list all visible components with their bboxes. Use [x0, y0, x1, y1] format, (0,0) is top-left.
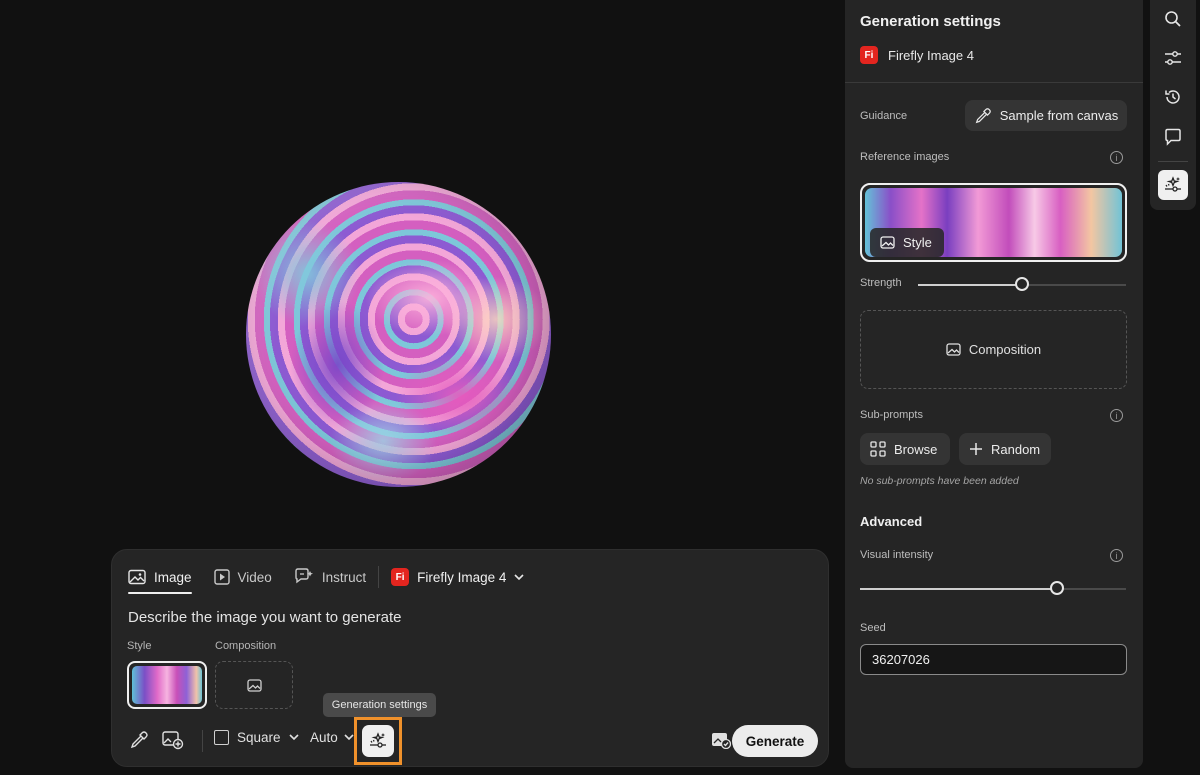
- prompt-toolbar: Square Auto Generate: [126, 717, 818, 765]
- seed-input[interactable]: [860, 644, 1127, 675]
- chevron-down-icon: [514, 573, 524, 581]
- content-credentials-button[interactable]: [708, 727, 734, 753]
- panel-divider: [845, 82, 1143, 83]
- strength-label: Strength: [860, 277, 902, 289]
- composition-label: Composition: [968, 342, 1042, 357]
- sample-from-canvas-button[interactable]: Sample from canvas: [965, 100, 1127, 131]
- image-icon: [128, 569, 146, 585]
- generated-image-sphere[interactable]: [246, 182, 551, 487]
- sample-from-canvas-label: Sample from canvas: [999, 108, 1119, 123]
- guidance-label: Guidance: [860, 110, 908, 122]
- generation-settings-rail-button[interactable]: [1158, 170, 1188, 200]
- firefly-logo-icon: Fi: [860, 46, 878, 64]
- generation-settings-button[interactable]: [354, 717, 402, 765]
- composition-dropzone[interactable]: Composition: [860, 310, 1127, 389]
- firefly-logo-icon: Fi: [391, 568, 410, 586]
- empty-sub-prompts-note: No sub-prompts have been added: [860, 475, 1019, 487]
- rail-divider: [1158, 161, 1188, 162]
- comment-icon: [1164, 128, 1182, 146]
- style-reference-image[interactable]: Style: [860, 183, 1127, 262]
- tab-video-label: Video: [237, 569, 272, 585]
- comments-button[interactable]: [1158, 122, 1188, 152]
- chevron-down-icon: [344, 734, 354, 741]
- generation-settings-tooltip: Generation settings: [323, 693, 436, 717]
- visual-intensity-label: Visual intensity: [860, 549, 934, 561]
- model-select-label: Firefly Image 4: [417, 569, 507, 585]
- tab-image[interactable]: Image: [128, 566, 192, 594]
- adjustments-button[interactable]: [1158, 43, 1188, 73]
- tab-image-label: Image: [154, 569, 192, 585]
- image-icon: [946, 343, 961, 356]
- generation-settings-icon: [1163, 176, 1183, 194]
- style-reference-thumbnail[interactable]: [127, 661, 207, 709]
- panel-title: Generation settings: [860, 13, 1001, 30]
- content-type-label: Auto: [310, 730, 338, 745]
- composition-label: Composition: [215, 640, 277, 652]
- eyedropper-button[interactable]: [126, 727, 152, 753]
- history-button[interactable]: [1158, 82, 1188, 112]
- info-icon[interactable]: i: [1110, 409, 1123, 422]
- reference-images-label: Reference images: [860, 151, 950, 163]
- generation-settings-icon: [362, 725, 394, 757]
- grid-icon: [870, 441, 886, 457]
- chevron-down-icon: [288, 734, 299, 741]
- random-label: Random: [991, 441, 1041, 457]
- info-icon[interactable]: i: [1110, 151, 1123, 164]
- style-label: Style: [127, 640, 152, 652]
- image-check-icon: [711, 731, 731, 749]
- info-icon[interactable]: i: [1110, 549, 1123, 562]
- right-toolbar: [1150, 0, 1196, 210]
- tab-divider: [378, 566, 380, 588]
- square-ratio-icon: [214, 730, 229, 745]
- browse-button[interactable]: Browse: [860, 433, 950, 465]
- history-icon: [1164, 88, 1182, 106]
- search-icon: [1164, 10, 1182, 28]
- add-image-icon: [162, 730, 184, 750]
- advanced-heading: Advanced: [860, 514, 923, 529]
- strength-slider-thumb[interactable]: [1015, 277, 1029, 291]
- settings-model-label: Firefly Image 4: [888, 47, 974, 63]
- eyedropper-icon: [129, 730, 149, 750]
- eyedropper-icon: [974, 107, 992, 125]
- instruct-icon: [294, 568, 314, 586]
- visual-intensity-slider-thumb[interactable]: [1050, 581, 1064, 595]
- tab-instruct-label: Instruct: [321, 569, 367, 585]
- style-chip[interactable]: Style: [870, 228, 944, 257]
- add-image-button[interactable]: [160, 727, 186, 753]
- content-type-select[interactable]: Auto: [310, 730, 354, 745]
- sub-prompts-label: Sub-prompts: [860, 409, 923, 421]
- random-button[interactable]: Random: [959, 433, 1051, 465]
- toolbar-divider: [202, 730, 203, 752]
- prompt-panel: Image Video Instruct Fi Firefly Image 4 …: [111, 549, 829, 767]
- seed-label: Seed: [860, 622, 886, 634]
- image-icon: [880, 236, 895, 249]
- generate-button[interactable]: Generate: [732, 725, 818, 757]
- composition-dropzone[interactable]: [215, 661, 293, 709]
- aspect-ratio-label: Square: [237, 730, 281, 745]
- generation-settings-panel: Generation settings Fi Firefly Image 4 G…: [845, 0, 1143, 768]
- prompt-input[interactable]: Describe the image you want to generate: [128, 609, 402, 626]
- video-icon: [213, 569, 230, 585]
- image-icon: [246, 678, 262, 692]
- adjustments-icon: [1164, 49, 1182, 67]
- mode-tabs: Image Video Instruct Fi Firefly Image 4: [128, 566, 524, 594]
- search-button[interactable]: [1158, 4, 1188, 34]
- tab-video[interactable]: Video: [213, 566, 272, 588]
- settings-model[interactable]: Fi Firefly Image 4: [860, 46, 974, 64]
- style-chip-label: Style: [903, 235, 932, 250]
- model-select[interactable]: Fi Firefly Image 4: [391, 568, 524, 586]
- aspect-ratio-select[interactable]: Square: [214, 730, 299, 745]
- browse-label: Browse: [894, 441, 938, 457]
- plus-icon: [969, 442, 983, 456]
- tab-instruct[interactable]: Instruct: [294, 566, 366, 588]
